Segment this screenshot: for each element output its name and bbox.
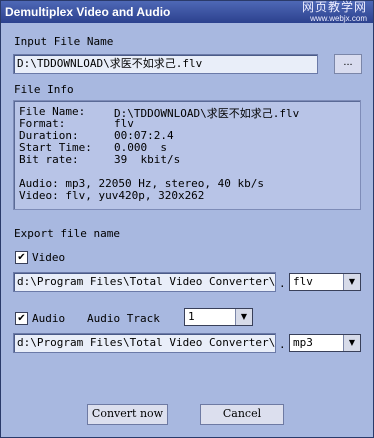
window-title: Demultiplex Video and Audio (5, 5, 171, 19)
watermark-text: 网页教学网 (301, 0, 367, 14)
audio-track-select[interactable]: 1 ▼ (184, 308, 253, 326)
input-file-path-field[interactable]: D:\TDDOWNLOAD\求医不如求己.flv (13, 54, 318, 74)
convert-now-button[interactable]: Convert now (87, 404, 168, 425)
file-info-box: File Name: D:\TDDOWNLOAD\求医不如求己.flv Form… (13, 100, 361, 210)
input-section-label: Input File Name (14, 35, 114, 48)
video-checkbox[interactable]: ✔ (15, 251, 28, 264)
chevron-down-icon[interactable]: ▼ (343, 335, 360, 351)
audio-format-value: mp3 (293, 336, 313, 349)
title-bar[interactable]: Demultiplex Video and Audio 网页教学网 www.we… (1, 1, 373, 23)
audio-checkbox[interactable]: ✔ (15, 312, 28, 325)
video-format-select[interactable]: flv ▼ (289, 273, 361, 291)
cancel-button[interactable]: Cancel (200, 404, 284, 425)
chevron-down-icon[interactable]: ▼ (235, 309, 252, 325)
chevron-down-icon[interactable]: ▼ (343, 274, 360, 290)
audio-output-path-field[interactable]: d:\Program Files\Total Video Converter\C… (13, 333, 276, 353)
watermark: 网页教学网 www.webjx.com (301, 0, 367, 24)
info-value-file-name: D:\TDDOWNLOAD\求医不如求己.flv (114, 107, 300, 120)
info-label-bit-rate: Bit rate: (19, 153, 79, 166)
dialog-window: Demultiplex Video and Audio 网页教学网 www.we… (0, 0, 374, 438)
video-label: Video (32, 251, 66, 264)
separator-dot: . (279, 277, 286, 290)
audio-track-label: Audio Track (87, 312, 160, 325)
video-format-value: flv (293, 275, 313, 288)
browse-button[interactable]: ... (334, 54, 362, 74)
video-output-path-field[interactable]: d:\Program Files\Total Video Converter\C… (13, 272, 276, 292)
audio-label: Audio (32, 312, 66, 325)
audio-track-value: 1 (188, 310, 195, 323)
file-info-section-label: File Info (14, 83, 74, 96)
watermark-url: www.webjx.com (310, 14, 367, 23)
info-video-line: Video: flv, yuv420p, 320x262 (19, 189, 205, 202)
audio-format-select[interactable]: mp3 ▼ (289, 334, 361, 352)
export-section-label: Export file name (14, 227, 120, 240)
separator-dot: . (279, 338, 286, 351)
info-value-bit-rate: 39 kbit/s (114, 153, 181, 166)
